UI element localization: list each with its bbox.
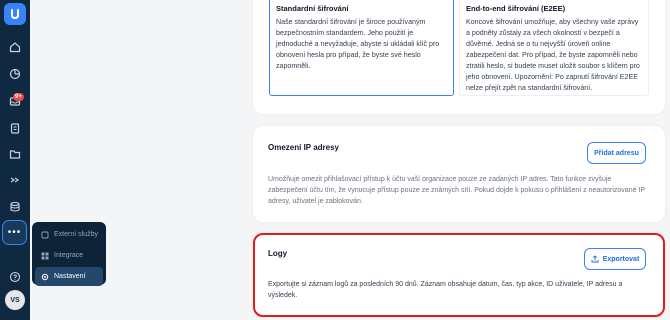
option-title: End-to-end šifrování (E2EE) [466,4,566,13]
help-icon[interactable] [6,268,24,286]
menu-item-external-services[interactable]: Externí služby [35,225,103,244]
database-icon[interactable] [6,198,24,216]
folder-icon[interactable] [6,145,24,163]
encryption-option-e2ee[interactable]: End-to-end šifrování (E2EE) Koncové šifr… [459,0,649,96]
add-address-button[interactable]: Přidat adresu [587,142,646,164]
logs-card: Logy Exportovat Exportujte si záznam log… [253,233,665,317]
avatar[interactable]: VS [5,290,25,310]
section-description: Umožňuje omezit přihlašovací přístup k ú… [268,176,645,205]
encryption-option-standard[interactable]: Standardní šifrování Naše standardní šif… [269,0,454,96]
arrows-icon[interactable] [6,171,24,189]
chart-icon[interactable] [6,65,24,83]
section-title: Omezení IP adresy [268,143,339,152]
menu-item-label: Integrace [54,252,84,259]
section-description: Exportujte si záznam logů za posledních … [268,281,623,299]
clipboard-icon[interactable] [6,119,24,137]
sidebar: 9+ ••• VS [0,0,30,320]
grid-icon [41,252,49,260]
home-icon[interactable] [6,38,24,56]
menu-item-label: Nastavení [54,273,86,280]
puzzle-icon [41,231,49,239]
menu-item-integrations[interactable]: Integrace [35,246,103,265]
logo-icon [11,9,19,20]
more-icon: ••• [7,227,22,238]
export-icon [591,255,599,263]
app-logo[interactable] [4,3,26,25]
export-button-label: Exportovat [602,255,640,263]
option-description: Naše standardní šifrování je široce použ… [276,18,440,70]
avatar-initials: VS [10,296,20,304]
notification-badge: 9+ [13,93,24,101]
menu-item-label: Externí služby [54,231,98,238]
menu-item-settings[interactable]: Nastavení [35,267,103,286]
export-button[interactable]: Exportovat [584,248,646,270]
more-popup-menu: Externí služby Integrace Nastavení [32,222,106,286]
option-description: Koncové šifrování umožňuje, aby všechny … [466,18,640,92]
option-title: Standardní šifrování [276,4,349,13]
encryption-card: Standardní šifrování Naše standardní šif… [253,0,665,114]
ip-restriction-card: Omezení IP adresy Přidat adresu Umožňuje… [253,126,665,222]
section-title: Logy [268,249,288,258]
gear-icon [41,273,49,281]
more-button[interactable]: ••• [2,220,27,245]
